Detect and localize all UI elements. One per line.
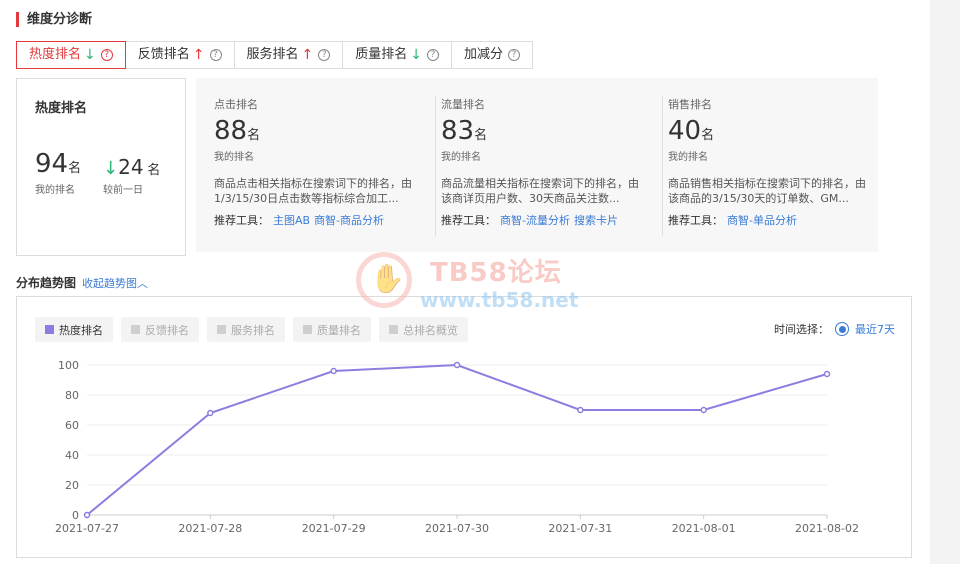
tool-link[interactable]: 主图AB [273, 214, 310, 227]
metric-description: 商品流量相关指标在搜索词下的排名，由该商详页用户数、30天商品关注数... [441, 177, 639, 205]
trend-chart: 0 20 40 60 80 100 2021-07-27 2021-07-28 2021-07-… [55, 359, 859, 535]
y-tick-label: 80 [65, 389, 79, 402]
tab-hot-rank[interactable]: 热度排名 ↓ ? [16, 41, 126, 69]
tab-feedback-rank[interactable]: 反馈排名 ↑ ? [125, 41, 235, 69]
rank-caption: 我的排名 [35, 185, 75, 196]
help-icon[interactable]: ? [100, 49, 113, 61]
data-point [577, 406, 584, 414]
metric-caption: 我的排名 [441, 152, 481, 163]
help-icon[interactable]: ? [508, 49, 521, 61]
metric-tools: 推荐工具： 商智-单品分析 [668, 212, 797, 228]
y-tick-label: 40 [65, 449, 79, 462]
tool-link[interactable]: 商智-流量分析 [500, 214, 570, 227]
distribution-title: 分布趋势图 [16, 276, 77, 290]
tools-label: 推荐工具： [214, 214, 269, 227]
y-tick-label: 100 [58, 359, 79, 372]
metric-value: 83名 [441, 116, 487, 146]
tab-label: 服务排名 [246, 47, 299, 62]
tab-label: 质量排名 [355, 47, 408, 62]
x-tick-label: 2021-07-28 [178, 522, 242, 535]
change-caption: 较前一日 [103, 185, 143, 196]
metric-value: 40名 [668, 116, 714, 146]
y-tick-label: 0 [72, 509, 79, 522]
y-tick-label: 60 [65, 419, 79, 432]
metric-label: 流量排名 [441, 98, 485, 111]
metric-label: 点击排名 [214, 98, 258, 111]
tool-link[interactable]: 搜索卡片 [574, 214, 618, 227]
metric-value: 88名 [214, 116, 260, 146]
metric-unit: 名 [701, 128, 715, 143]
divider [435, 96, 436, 236]
arrow-down-icon: ↓ [103, 158, 119, 179]
metric-tools: 推荐工具： 商智-流量分析 搜索卡片 [441, 212, 618, 228]
change-unit: 名 [147, 163, 161, 178]
data-point [330, 367, 337, 375]
metric-number: 83 [441, 116, 475, 146]
tools-label: 推荐工具： [441, 214, 496, 227]
hot-rank-title: 热度排名 [35, 101, 88, 116]
x-tick-label: 2021-08-01 [672, 522, 736, 535]
tool-link[interactable]: 商智-单品分析 [727, 214, 797, 227]
data-point [453, 361, 461, 369]
change-number: 24 [118, 155, 144, 179]
tab-quality-rank[interactable]: 质量排名 ↓ ? [343, 41, 452, 69]
rank-change: ↓24 名 较前一日 [103, 155, 160, 196]
tools-label: 推荐工具： [668, 214, 723, 227]
x-tick-label: 2021-08-02 [795, 522, 859, 535]
tab-label: 反馈排名 [137, 47, 190, 62]
trend-chart-panel: 热度排名 反馈排名 服务排名 质量排名 总排名概览 时间选择： 最近7天 0 20… [16, 296, 912, 558]
arrow-up-icon: ↑ [301, 47, 314, 63]
metric-label: 销售排名 [668, 98, 712, 111]
metric-caption: 我的排名 [668, 152, 708, 163]
chevron-up-icon: ︿ [137, 277, 148, 290]
metric-click-rank: 点击排名 88名 我的排名 商品点击相关指标在搜索词下的排名，由1/3/15/3… [214, 78, 434, 252]
collapse-trend-link[interactable]: 收起趋势图︿ [82, 275, 148, 291]
tab-service-rank[interactable]: 服务排名 ↑ ? [234, 41, 344, 69]
y-tick-label: 20 [65, 479, 79, 492]
x-tick-label: 2021-07-29 [302, 522, 366, 535]
help-icon[interactable]: ? [318, 49, 331, 61]
arrow-up-icon: ↑ [192, 47, 205, 63]
tab-bonus-points[interactable]: 加减分 ? [452, 41, 534, 69]
metric-caption: 我的排名 [214, 152, 254, 163]
help-icon[interactable]: ? [209, 49, 222, 61]
metric-tools: 推荐工具： 主图AB 商智-商品分析 [214, 212, 384, 228]
arrow-down-icon: ↓ [410, 47, 422, 63]
data-point [700, 406, 707, 414]
tab-label: 加减分 [464, 47, 504, 62]
metric-sales-rank: 销售排名 40名 我的排名 商品销售相关指标在搜索词下的排名，由该商品的3/15… [662, 78, 888, 252]
hot-rank-value: 94名 我的排名 [35, 149, 81, 196]
metric-traffic-rank: 流量排名 83名 我的排名 商品流量相关指标在搜索词下的排名，由该商详页用户数、… [435, 78, 661, 252]
watermark-title: TB58论坛 [430, 258, 562, 288]
tool-link[interactable]: 商智-商品分析 [314, 214, 384, 227]
arrow-down-icon: ↓ [84, 47, 96, 63]
x-tick-label: 2021-07-31 [548, 522, 612, 535]
metric-unit: 名 [474, 128, 488, 143]
collapse-trend-label: 收起趋势图 [82, 277, 137, 290]
metric-number: 88 [214, 116, 248, 146]
rank-tabs: 热度排名 ↓ ? 反馈排名 ↑ ? 服务排名 ↑ ? 质量排名 ↓ ? 加减分 … [16, 41, 534, 69]
metric-number: 40 [668, 116, 702, 146]
metrics-panel: 点击排名 88名 我的排名 商品点击相关指标在搜索词下的排名，由1/3/15/3… [196, 78, 878, 252]
divider [662, 96, 663, 236]
rank-number: 94 [35, 149, 69, 179]
data-point [83, 511, 91, 519]
metric-description: 商品销售相关指标在搜索词下的排名，由该商品的3/15/30天的订单数、GM... [668, 177, 866, 205]
metric-unit: 名 [247, 128, 261, 143]
section-title: 维度分诊断 [16, 12, 92, 27]
help-icon[interactable]: ? [427, 49, 439, 61]
page-gutter [930, 0, 960, 564]
data-point [207, 409, 214, 417]
tab-label: 热度排名 [29, 47, 82, 62]
x-tick-label: 2021-07-30 [425, 522, 489, 535]
hot-rank-card: 热度排名 94名 我的排名 ↓24 名 较前一日 [16, 78, 186, 256]
metric-description: 商品点击相关指标在搜索词下的排名，由1/3/15/30日点击数等指标综合加工..… [214, 177, 412, 205]
rank-unit: 名 [68, 161, 82, 176]
x-tick-label: 2021-07-27 [55, 522, 119, 535]
hand-icon: ✋ [370, 262, 405, 295]
data-point [823, 370, 831, 378]
series-line [86, 363, 828, 516]
